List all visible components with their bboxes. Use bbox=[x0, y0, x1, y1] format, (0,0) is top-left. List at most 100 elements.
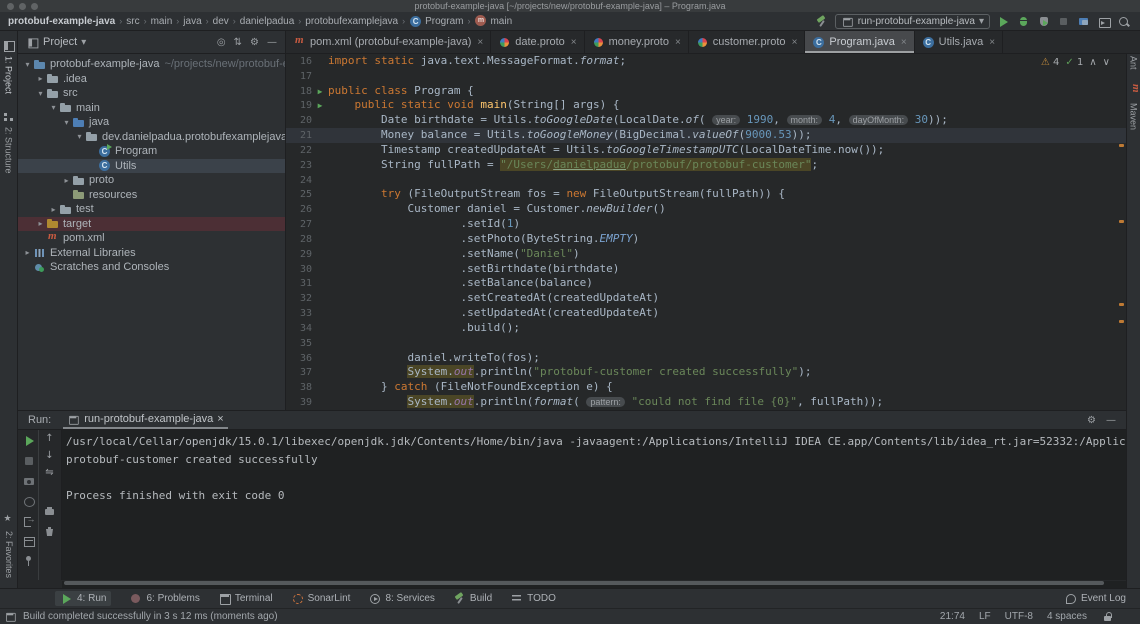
stop-disabled-icon[interactable] bbox=[1057, 15, 1070, 28]
tree-row[interactable]: resources bbox=[18, 188, 285, 203]
collapsed-chevron-icon[interactable]: ▸ bbox=[22, 248, 33, 257]
line-number[interactable]: 23 bbox=[286, 158, 312, 173]
line-number[interactable]: 28 bbox=[286, 232, 312, 247]
line-number[interactable]: 31 bbox=[286, 276, 312, 291]
soft-wrap-icon[interactable]: ⇋ bbox=[45, 468, 53, 478]
event-log-button[interactable]: Event Log bbox=[1064, 592, 1126, 605]
tool-window-button-build[interactable]: Build bbox=[453, 592, 492, 605]
line-number[interactable]: 20 bbox=[286, 113, 312, 128]
line-number[interactable]: 24 bbox=[286, 173, 312, 188]
line-number[interactable]: 22 bbox=[286, 143, 312, 158]
line-number[interactable]: 25 bbox=[286, 187, 312, 202]
stop-g-icon[interactable] bbox=[22, 454, 35, 467]
breadcrumb-item[interactable]: dev bbox=[213, 16, 229, 27]
inspection-widget[interactable]: ⚠ 4 ✓ 1 ∧ ∨ bbox=[1041, 57, 1110, 68]
close-icon[interactable]: × bbox=[477, 37, 483, 48]
editor-tab[interactable]: Program.java× bbox=[805, 31, 914, 53]
run-gutter-icon[interactable]: ▶ bbox=[312, 98, 328, 113]
run-tab[interactable]: run-protobuf-example-java × bbox=[63, 411, 227, 429]
coverage-icon[interactable] bbox=[1037, 15, 1050, 28]
tool-stripe-button-2-structure[interactable]: 2: Structure bbox=[2, 110, 15, 174]
tree-row[interactable]: Utils bbox=[18, 159, 285, 174]
debug-icon[interactable] bbox=[1017, 15, 1030, 28]
hide-panel-icon[interactable]: — bbox=[267, 37, 277, 48]
tree-row[interactable]: ▸proto bbox=[18, 173, 285, 188]
tree-row[interactable]: ▸.idea bbox=[18, 72, 285, 87]
line-number[interactable]: 36 bbox=[286, 351, 312, 366]
navigate-up-icon[interactable]: ↑ bbox=[45, 434, 53, 444]
next-problem-icon[interactable]: ∨ bbox=[1103, 57, 1110, 68]
close-icon[interactable]: × bbox=[675, 37, 681, 48]
tree-row[interactable]: Scratches and Consoles bbox=[18, 260, 285, 275]
close-icon[interactable]: × bbox=[901, 37, 907, 48]
tree-row[interactable]: ▾src bbox=[18, 86, 285, 101]
prev-problem-icon[interactable]: ∧ bbox=[1089, 57, 1096, 68]
line-number[interactable]: 37 bbox=[286, 365, 312, 380]
close-icon[interactable]: × bbox=[217, 413, 223, 425]
collapsed-chevron-icon[interactable]: ▸ bbox=[35, 219, 46, 228]
breadcrumb-item[interactable]: java bbox=[183, 16, 201, 27]
tree-row[interactable]: ▸target bbox=[18, 217, 285, 232]
breadcrumb-item[interactable]: main bbox=[151, 16, 173, 27]
breadcrumb-item[interactable]: main bbox=[474, 15, 512, 28]
line-number[interactable]: 21 bbox=[286, 128, 312, 143]
run-gutter-icon[interactable]: ▶ bbox=[312, 84, 328, 99]
line-number[interactable]: 38 bbox=[286, 380, 312, 395]
tool-stripe-button-1-project[interactable]: 1: Project bbox=[2, 39, 15, 94]
locate-file-icon[interactable]: ◎ bbox=[217, 37, 226, 48]
code-editor[interactable]: 16import static java.text.MessageFormat.… bbox=[286, 54, 1126, 410]
modules-icon[interactable] bbox=[1077, 15, 1090, 28]
tree-row[interactable]: ▾dev.danielpadua.protobufexamplejava bbox=[18, 130, 285, 145]
search-icon[interactable] bbox=[1117, 15, 1130, 28]
line-number[interactable]: 26 bbox=[286, 202, 312, 217]
line-number[interactable]: 18 bbox=[286, 84, 312, 99]
project-tree[interactable]: ▾protobuf-example-java~/projects/new/pro… bbox=[18, 54, 286, 410]
build-hammer-icon[interactable] bbox=[815, 15, 828, 28]
collapsed-chevron-icon[interactable]: ▸ bbox=[61, 176, 72, 185]
tool-window-button-todo[interactable]: TODO bbox=[510, 592, 556, 605]
editor-tab[interactable]: money.proto× bbox=[585, 31, 689, 53]
print-icon[interactable] bbox=[43, 505, 56, 518]
breadcrumb-item[interactable]: danielpadua bbox=[240, 16, 295, 27]
line-number[interactable]: 27 bbox=[286, 217, 312, 232]
tool-window-button-6-problems[interactable]: 6: Problems bbox=[129, 592, 199, 605]
run-play-icon[interactable] bbox=[997, 15, 1010, 28]
hide-panel-icon[interactable]: — bbox=[1106, 415, 1116, 426]
tree-row[interactable]: ▸External Libraries bbox=[18, 246, 285, 261]
tree-row[interactable]: ▸test bbox=[18, 202, 285, 217]
close-icon[interactable]: × bbox=[989, 37, 995, 48]
line-ending[interactable]: LF bbox=[979, 611, 991, 622]
line-number[interactable]: 17 bbox=[286, 69, 312, 84]
file-encoding[interactable]: UTF-8 bbox=[1005, 611, 1033, 622]
tree-row[interactable]: ▾main bbox=[18, 101, 285, 116]
navigate-down-icon[interactable]: ↓ bbox=[45, 451, 53, 461]
expanded-chevron-icon[interactable]: ▾ bbox=[74, 132, 85, 141]
breadcrumb-item[interactable]: protobufexamplejava bbox=[305, 16, 398, 27]
editor-tab[interactable]: date.proto× bbox=[491, 31, 584, 53]
tool-window-button-4-run[interactable]: 4: Run bbox=[55, 591, 111, 606]
line-number[interactable]: 33 bbox=[286, 306, 312, 321]
tool-window-button-sonarlint[interactable]: SonarLint bbox=[291, 592, 351, 605]
tree-row[interactable]: ▾protobuf-example-java~/projects/new/pro… bbox=[18, 57, 285, 72]
run-arrow-icon[interactable]: ▶ bbox=[318, 101, 323, 110]
tool-window-switcher-icon[interactable] bbox=[5, 611, 15, 621]
tree-row[interactable]: pom.xml bbox=[18, 231, 285, 246]
expanded-chevron-icon[interactable]: ▾ bbox=[22, 60, 33, 69]
gear-icon[interactable]: ⚙ bbox=[250, 37, 259, 48]
camera-icon[interactable] bbox=[22, 474, 35, 487]
expanded-chevron-icon[interactable]: ▾ bbox=[61, 118, 72, 127]
console-window-icon[interactable] bbox=[1097, 15, 1110, 28]
line-number[interactable]: 34 bbox=[286, 321, 312, 336]
tool-stripe-button-2-favorites[interactable]: 2: Favorites bbox=[3, 514, 16, 578]
lock-icon[interactable] bbox=[1101, 610, 1114, 623]
layouts-icon[interactable] bbox=[22, 534, 35, 547]
tool-stripe-button-maven[interactable]: Maven bbox=[1127, 86, 1140, 130]
collapsed-chevron-icon[interactable]: ▸ bbox=[35, 74, 46, 83]
caret-position[interactable]: 21:74 bbox=[940, 611, 965, 622]
rerun-icon[interactable] bbox=[22, 434, 35, 447]
run-config-selector[interactable]: run-protobuf-example-java ▾ bbox=[835, 14, 990, 29]
line-number[interactable]: 35 bbox=[286, 336, 312, 351]
line-number[interactable]: 39 bbox=[286, 395, 312, 410]
breadcrumb-item[interactable]: Program bbox=[409, 15, 463, 28]
profiler-icon[interactable] bbox=[22, 494, 35, 507]
